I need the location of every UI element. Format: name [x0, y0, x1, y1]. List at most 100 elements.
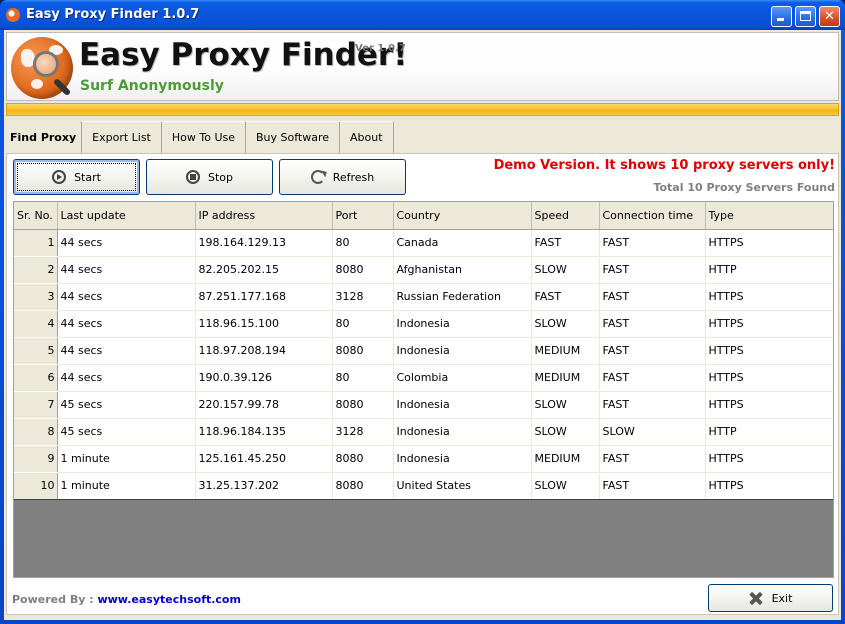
cell-country: Colombia	[393, 364, 532, 392]
cell-last-update: 45 secs	[57, 418, 196, 446]
cell-speed: MEDIUM	[531, 364, 600, 392]
cell-connection-time: FAST	[599, 337, 706, 365]
cell-sr-no: 6	[14, 364, 58, 392]
column-header-sr-no[interactable]: Sr. No.	[14, 202, 58, 230]
cell-speed: MEDIUM	[531, 445, 600, 473]
cell-type: HTTPS	[705, 229, 833, 257]
title-bar[interactable]: Easy Proxy Finder 1.0.7 ✕	[0, 0, 845, 30]
cell-port: 80	[332, 310, 394, 338]
table-row[interactable]: 4 44 secs 118.96.15.100 80 Indonesia SLOW FAST…	[14, 310, 833, 338]
stop-button[interactable]: Stop	[146, 159, 273, 195]
stop-label: Stop	[207, 170, 233, 184]
cell-connection-time: FAST	[599, 229, 706, 257]
column-header-last-update[interactable]: Last update	[57, 202, 196, 230]
column-header-speed[interactable]: Speed	[531, 202, 600, 230]
cell-port: 8080	[332, 445, 394, 473]
cell-type: HTTPS	[705, 472, 833, 500]
column-header-port[interactable]: Port	[332, 202, 394, 230]
cell-last-update: 44 secs	[57, 229, 196, 257]
cell-ip-address: 198.164.129.13	[195, 229, 333, 257]
cell-country: Russian Federation	[393, 283, 532, 311]
exit-button[interactable]: Exit	[708, 584, 833, 612]
cell-connection-time: FAST	[599, 283, 706, 311]
cell-sr-no: 8	[14, 418, 58, 446]
cell-connection-time: SLOW	[599, 418, 706, 446]
minimize-button[interactable]	[771, 6, 792, 27]
cell-speed: MEDIUM	[531, 337, 600, 365]
table-row[interactable]: 7 45 secs 220.157.99.78 8080 Indonesia SLOW FA…	[14, 391, 833, 419]
table-row[interactable]: 5 44 secs 118.97.208.194 8080 Indonesia MEDIU…	[14, 337, 833, 365]
play-icon	[52, 170, 67, 184]
cell-sr-no: 5	[14, 337, 58, 365]
cell-type: HTTPS	[705, 283, 833, 311]
cell-connection-time: FAST	[599, 310, 706, 338]
cell-port: 3128	[332, 418, 394, 446]
refresh-label: Refresh	[332, 170, 375, 184]
tab-how-to-use[interactable]: How To Use	[161, 121, 246, 153]
tab-about[interactable]: About	[340, 121, 394, 153]
cell-sr-no: 10	[14, 472, 58, 500]
start-button[interactable]: Start	[13, 159, 140, 195]
proxy-grid[interactable]: Sr. No. Last update IP address Port Coun…	[13, 201, 834, 578]
cell-ip-address: 125.161.45.250	[195, 445, 333, 473]
website-link[interactable]: www.easytechsoft.com	[97, 593, 241, 606]
table-row[interactable]: 2 44 secs 82.205.202.15 8080 Afghanistan SLOW…	[14, 256, 833, 284]
cell-port: 8080	[332, 337, 394, 365]
cell-country: Indonesia	[393, 337, 532, 365]
cell-country: United States	[393, 472, 532, 500]
table-row[interactable]: 8 45 secs 118.96.184.135 3128 Indonesia SLOW S…	[14, 418, 833, 446]
decorative-bar	[6, 103, 839, 116]
cell-speed: SLOW	[531, 256, 600, 284]
cell-ip-address: 31.25.137.202	[195, 472, 333, 500]
cell-last-update: 44 secs	[57, 256, 196, 284]
magnifier-icon	[33, 51, 59, 77]
cell-ip-address: 118.97.208.194	[195, 337, 333, 365]
cell-speed: FAST	[531, 283, 600, 311]
cell-ip-address: 87.251.177.168	[195, 283, 333, 311]
exit-label: Exit	[771, 591, 793, 605]
stop-icon	[185, 170, 200, 184]
cell-last-update: 44 secs	[57, 337, 196, 365]
maximize-button[interactable]	[795, 6, 816, 27]
tab-export-list[interactable]: Export List	[82, 121, 162, 153]
cell-sr-no: 4	[14, 310, 58, 338]
column-header-type[interactable]: Type	[705, 202, 833, 230]
cell-speed: SLOW	[531, 472, 600, 500]
cell-sr-no: 9	[14, 445, 58, 473]
cell-type: HTTPS	[705, 364, 833, 392]
app-window: Easy Proxy Finder 1.0.7 ✕ Easy Proxy Fin…	[0, 0, 845, 624]
close-button[interactable]: ✕	[819, 6, 840, 27]
table-row[interactable]: 10 1 minute 31.25.137.202 8080 United States…	[14, 472, 833, 500]
powered-by-label: Powered By :	[12, 593, 98, 606]
column-header-country[interactable]: Country	[393, 202, 532, 230]
close-icon: ✕	[824, 9, 835, 24]
refresh-icon	[310, 170, 325, 184]
total-count: Total 10 Proxy Servers Found	[653, 181, 835, 194]
cell-ip-address: 118.96.15.100	[195, 310, 333, 338]
cell-port: 8080	[332, 391, 394, 419]
client-area: Easy Proxy Finder! Ver 1.0.7 Surf Anonym…	[4, 30, 841, 620]
cell-type: HTTPS	[705, 445, 833, 473]
cell-country: Indonesia	[393, 418, 532, 446]
tab-buy-software[interactable]: Buy Software	[246, 121, 341, 153]
powered-by: Powered By : www.easytechsoft.com	[12, 593, 241, 606]
cell-country: Canada	[393, 229, 532, 257]
refresh-button[interactable]: Refresh	[279, 159, 406, 195]
cell-last-update: 44 secs	[57, 364, 196, 392]
table-row[interactable]: 3 44 secs 87.251.177.168 3128 Russian Federa…	[14, 283, 833, 311]
cell-ip-address: 118.96.184.135	[195, 418, 333, 446]
column-header-ip-address[interactable]: IP address	[195, 202, 333, 230]
cell-type: HTTPS	[705, 310, 833, 338]
cell-country: Indonesia	[393, 445, 532, 473]
find-proxy-panel: Start Stop Refresh Demo Version. It show…	[6, 153, 839, 615]
tab-find-proxy[interactable]: Find Proxy	[6, 121, 83, 153]
cell-connection-time: FAST	[599, 364, 706, 392]
table-row[interactable]: 91 minute 125.161.45.250 8080 Indonesia MEDI…	[14, 445, 833, 473]
table-header-row: Sr. No. Last update IP address Port Coun…	[14, 202, 833, 230]
cell-type: HTTP	[705, 256, 833, 284]
proxy-table: Sr. No. Last update IP address Port Coun…	[14, 202, 833, 500]
table-row[interactable]: 1 44 secs 198.164.129.13 80 Canada FAST FAST HT…	[14, 229, 833, 257]
cell-type: HTTPS	[705, 391, 833, 419]
table-row[interactable]: 6 44 secs 190.0.39.126 80 Colombia MEDIUM FAST…	[14, 364, 833, 392]
column-header-connection-time[interactable]: Connection time	[599, 202, 706, 230]
